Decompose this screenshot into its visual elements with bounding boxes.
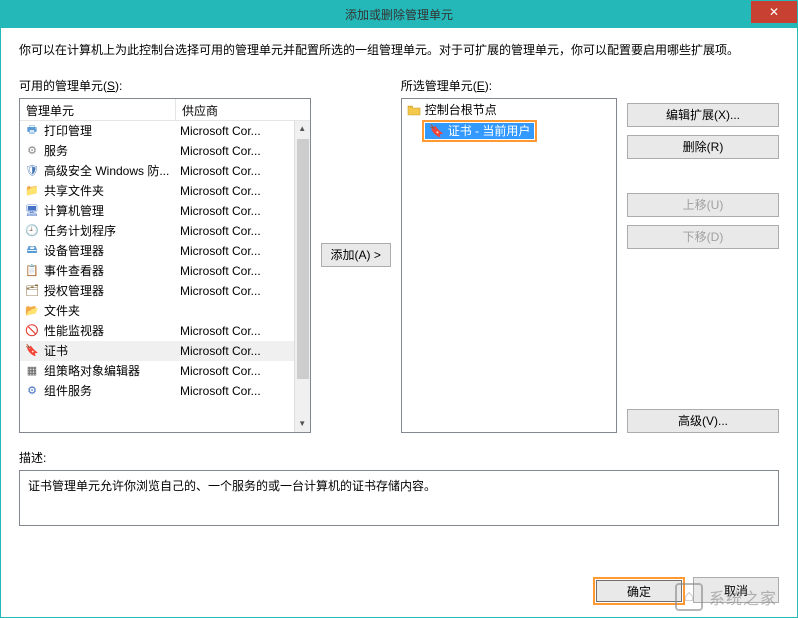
snapin-name: 设备管理器 (44, 242, 178, 259)
snapin-vendor: Microsoft Cor... (178, 124, 294, 138)
list-item[interactable]: 🕘任务计划程序Microsoft Cor... (20, 221, 294, 241)
right-buttons: 编辑扩展(X)... 删除(R) 上移(U) 下移(D) 高级(V)... (627, 77, 779, 433)
list-item[interactable]: 🗂授权管理器Microsoft Cor... (20, 281, 294, 301)
snapin-icon: 🚫 (24, 323, 40, 339)
snapin-vendor: Microsoft Cor... (178, 264, 294, 278)
certificate-icon: 🔖 (429, 124, 445, 138)
available-listbox[interactable]: 管理单元 供应商 🖶打印管理Microsoft Cor...⚙服务Microso… (19, 98, 311, 433)
snapin-icon: 🕘 (24, 223, 40, 239)
intro-text: 你可以在计算机上为此控制台选择可用的管理单元并配置所选的一组管理单元。对于可扩展… (19, 42, 779, 59)
scroll-up-icon[interactable]: ▲ (295, 121, 310, 137)
description-box: 证书管理单元允许你浏览自己的、一个服务的或一台计算机的证书存储内容。 (19, 470, 779, 526)
snapin-name: 证书 (44, 342, 178, 359)
list-header: 管理单元 供应商 (20, 99, 310, 121)
close-button[interactable]: ✕ (751, 1, 797, 23)
list-item[interactable]: 📁共享文件夹Microsoft Cor... (20, 181, 294, 201)
description-text: 证书管理单元允许你浏览自己的、一个服务的或一台计算机的证书存储内容。 (28, 479, 436, 493)
snapin-name: 任务计划程序 (44, 222, 178, 239)
list-item[interactable]: 🖥计算机管理Microsoft Cor... (20, 201, 294, 221)
description-section: 描述: 证书管理单元允许你浏览自己的、一个服务的或一台计算机的证书存储内容。 (19, 449, 779, 526)
col-header-name[interactable]: 管理单元 (20, 99, 176, 120)
snapin-name: 服务 (44, 142, 178, 159)
snapin-name: 高级安全 Windows 防... (44, 162, 178, 179)
close-icon: ✕ (769, 5, 779, 19)
scroll-thumb[interactable] (297, 139, 309, 379)
available-snapins-section: 可用的管理单元(S): 管理单元 供应商 🖶打印管理Microsoft Cor.… (19, 77, 311, 433)
tree-child-label: 证书 - 当前用户 (448, 122, 531, 139)
snapin-icon: 📋 (24, 263, 40, 279)
description-label: 描述: (19, 449, 779, 466)
snapin-vendor: Microsoft Cor... (178, 284, 294, 298)
list-item[interactable]: 📂文件夹 (20, 301, 294, 321)
titlebar: 添加或删除管理单元 ✕ (0, 0, 798, 28)
list-item[interactable]: 🚫性能监视器Microsoft Cor... (20, 321, 294, 341)
list-item[interactable]: 🖶打印管理Microsoft Cor... (20, 121, 294, 141)
snapin-name: 共享文件夹 (44, 182, 178, 199)
available-label: 可用的管理单元(S): (19, 77, 311, 94)
snapin-name: 组件服务 (44, 382, 178, 399)
snapin-vendor: Microsoft Cor... (178, 204, 294, 218)
move-up-button[interactable]: 上移(U) (627, 193, 779, 217)
snapin-vendor: Microsoft Cor... (178, 364, 294, 378)
remove-button[interactable]: 删除(R) (627, 135, 779, 159)
list-item[interactable]: ⚙服务Microsoft Cor... (20, 141, 294, 161)
list-item[interactable]: 📋事件查看器Microsoft Cor... (20, 261, 294, 281)
snapin-icon: 🖴 (24, 243, 40, 259)
snapin-icon: ⚙ (24, 383, 40, 399)
snapin-name: 打印管理 (44, 122, 178, 139)
bottom-buttons: 确定 取消 (593, 577, 779, 605)
window-title: 添加或删除管理单元 (345, 6, 453, 23)
selected-snapins-section: 所选管理单元(E): 控制台根节点 🔖 证书 - 当前用户 (401, 77, 617, 433)
snapin-name: 授权管理器 (44, 282, 178, 299)
snapin-name: 组策略对象编辑器 (44, 362, 178, 379)
scroll-down-icon[interactable]: ▼ (295, 416, 310, 432)
snapin-vendor: Microsoft Cor... (178, 164, 294, 178)
folder-icon (406, 103, 422, 117)
list-item[interactable]: 🔖证书Microsoft Cor... (20, 341, 294, 361)
snapin-vendor: Microsoft Cor... (178, 184, 294, 198)
tree-child-node[interactable]: 🔖 证书 - 当前用户 (422, 120, 614, 142)
tree-root-label: 控制台根节点 (425, 101, 497, 118)
snapin-name: 事件查看器 (44, 262, 178, 279)
col-header-vendor[interactable]: 供应商 (176, 99, 310, 120)
snapin-icon: ⚙ (24, 143, 40, 159)
tree-root-node[interactable]: 控制台根节点 (404, 101, 614, 119)
selected-label: 所选管理单元(E): (401, 77, 617, 94)
advanced-button[interactable]: 高级(V)... (627, 409, 779, 433)
cancel-button[interactable]: 取消 (693, 577, 779, 603)
ok-button[interactable]: 确定 (596, 580, 682, 602)
list-item[interactable]: 🖴设备管理器Microsoft Cor... (20, 241, 294, 261)
add-column: 添加(A) > (321, 77, 391, 433)
dialog-content: 你可以在计算机上为此控制台选择可用的管理单元并配置所选的一组管理单元。对于可扩展… (0, 28, 798, 618)
selected-tree[interactable]: 控制台根节点 🔖 证书 - 当前用户 (401, 98, 617, 433)
snapin-vendor: Microsoft Cor... (178, 244, 294, 258)
snapin-icon: 📂 (24, 303, 40, 319)
snapin-vendor: Microsoft Cor... (178, 384, 294, 398)
snapin-vendor: Microsoft Cor... (178, 144, 294, 158)
scrollbar[interactable]: ▲ ▼ (294, 121, 310, 432)
snapin-vendor: Microsoft Cor... (178, 324, 294, 338)
snapin-vendor: Microsoft Cor... (178, 224, 294, 238)
snapin-vendor: Microsoft Cor... (178, 344, 294, 358)
edit-extensions-button[interactable]: 编辑扩展(X)... (627, 103, 779, 127)
snapin-icon: 🛡 (24, 163, 40, 179)
add-button[interactable]: 添加(A) > (321, 243, 391, 267)
snapin-icon: 🗂 (24, 283, 40, 299)
snapin-icon: 📁 (24, 183, 40, 199)
snapin-icon: 🖥 (24, 203, 40, 219)
snapin-icon: ▦ (24, 363, 40, 379)
snapin-icon: 🖶 (24, 123, 40, 139)
list-body: 🖶打印管理Microsoft Cor...⚙服务Microsoft Cor...… (20, 121, 310, 432)
snapin-name: 文件夹 (44, 302, 178, 319)
snapin-icon: 🔖 (24, 343, 40, 359)
snapin-name: 性能监视器 (44, 322, 178, 339)
move-down-button[interactable]: 下移(D) (627, 225, 779, 249)
list-item[interactable]: ⚙组件服务Microsoft Cor... (20, 381, 294, 401)
list-item[interactable]: 🛡高级安全 Windows 防...Microsoft Cor... (20, 161, 294, 181)
snapin-name: 计算机管理 (44, 202, 178, 219)
list-item[interactable]: ▦组策略对象编辑器Microsoft Cor... (20, 361, 294, 381)
